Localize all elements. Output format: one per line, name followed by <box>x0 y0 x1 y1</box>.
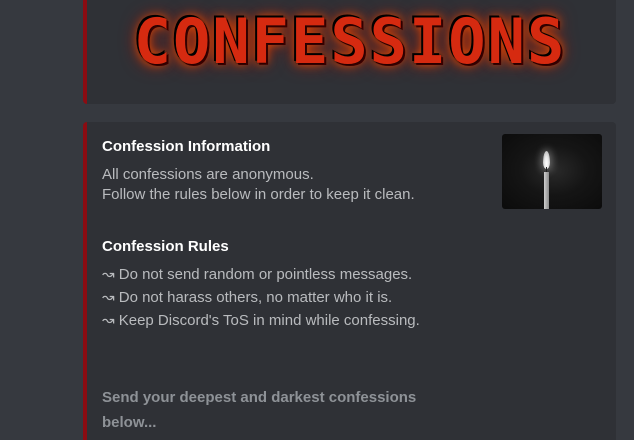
banner-title: Confessions <box>133 5 567 78</box>
candle-body <box>544 172 549 209</box>
closing-text: Send your deepest and darkest confession… <box>102 389 417 431</box>
info-line: All confessions are anonymous. <box>102 166 314 183</box>
info-title: Confession Information <box>102 138 271 155</box>
info-line: Follow the rules below in order to keep … <box>102 186 415 203</box>
rules-list: ↝ Do not send random or pointless messag… <box>102 265 420 331</box>
confession-embed: Confession Information All confessions a… <box>83 122 616 440</box>
rule-item: ↝ Keep Discord's ToS in mind while confe… <box>102 312 420 329</box>
rule-item: ↝ Do not send random or pointless messag… <box>102 266 413 283</box>
candle-thumbnail[interactable] <box>502 134 602 209</box>
banner-embed: Confessions <box>83 0 616 104</box>
rule-item: ↝ Do not harass others, no matter who it… <box>102 289 393 306</box>
rules-title: Confession Rules <box>102 238 229 255</box>
confessions-banner-image[interactable]: Confessions <box>105 0 595 84</box>
info-text: All confessions are anonymous. Follow th… <box>102 165 415 205</box>
